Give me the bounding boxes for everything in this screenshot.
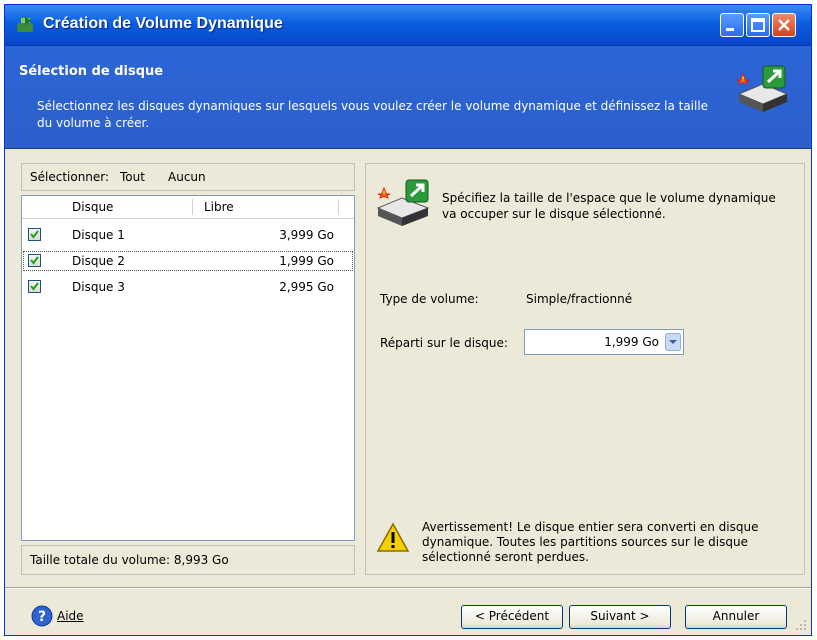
cancel-button[interactable]: Annuler (685, 605, 787, 629)
table-row[interactable]: Disque 3 2,995 Go (22, 276, 354, 298)
help-link[interactable]: Aide (57, 609, 84, 623)
column-separator (338, 199, 339, 215)
title-bar: Création de Volume Dynamique (5, 5, 811, 46)
select-none-link[interactable]: Aucun (168, 170, 206, 184)
disk-free: 2,995 Go (279, 280, 334, 294)
table-row[interactable]: Disque 1 3,999 Go (22, 224, 354, 246)
wizard-window: Création de Volume Dynamique Sélection d… (4, 4, 812, 636)
window-title: Création de Volume Dynamique (43, 15, 283, 32)
volume-type-label: Type de volume: (380, 292, 479, 306)
warning-text: Avertissement! Le disque entier sera con… (422, 520, 759, 564)
column-header-libre[interactable]: Libre (204, 200, 234, 214)
settings-panel: Spécifiez la taille de l'espace que le v… (365, 163, 805, 575)
disk-name: Disque 1 (72, 228, 125, 242)
selection-bar: Sélectionner: Tout Aucun (21, 163, 355, 191)
checkbox-check-icon (30, 282, 39, 291)
app-icon (15, 14, 37, 36)
disk-free: 1,999 Go (279, 254, 334, 268)
close-button[interactable] (772, 13, 796, 37)
maximize-button[interactable] (746, 13, 770, 37)
svg-text:?: ? (38, 609, 46, 625)
checkbox-check-icon (30, 256, 39, 265)
checkbox-check-icon (30, 230, 39, 239)
page-description: Sélectionnez les disques dynamiques sur … (37, 99, 709, 130)
column-separator (192, 199, 193, 215)
disk-free: 3,999 Go (279, 228, 334, 242)
total-bar: Taille totale du volume: 8,993 Go (21, 545, 355, 575)
volume-type-value: Simple/fractionné (526, 292, 633, 306)
total-size: Taille totale du volume: 8,993 Go (30, 553, 229, 567)
warning-icon (376, 522, 410, 552)
panel-description: Spécifiez la taille de l'espace que le v… (442, 191, 776, 221)
column-header-disque[interactable]: Disque (72, 200, 113, 214)
disk-checkbox[interactable] (28, 280, 41, 293)
footer-divider (5, 587, 811, 589)
previous-button[interactable]: < Précédent (461, 605, 563, 629)
repart-size-value: 1,999 Go (604, 335, 659, 349)
select-all-link[interactable]: Tout (120, 170, 145, 184)
help-icon[interactable]: ? (31, 605, 53, 627)
disk-list[interactable]: Disque Libre Disque 1 3,999 Go Disque 2 … (21, 195, 355, 541)
page-title: Sélection de disque (19, 64, 164, 79)
close-icon (778, 19, 790, 31)
resize-grip-icon[interactable] (795, 619, 807, 631)
minimize-button[interactable] (720, 13, 744, 37)
select-label: Sélectionner: (30, 170, 110, 184)
next-button[interactable]: Suivant > (569, 605, 671, 629)
maximize-icon (751, 18, 765, 32)
repart-size-field[interactable]: 1,999 Go (524, 329, 684, 355)
disk-wizard-icon (376, 179, 430, 226)
disk-wizard-icon (736, 65, 789, 112)
disk-checkbox[interactable] (28, 254, 41, 267)
spin-down-icon[interactable] (665, 333, 681, 351)
disk-name: Disque 2 (72, 254, 125, 268)
list-header: Disque Libre (22, 196, 354, 219)
minimize-icon (726, 28, 734, 31)
repart-label: Réparti sur le disque: (380, 336, 508, 350)
disk-checkbox[interactable] (28, 228, 41, 241)
disk-name: Disque 3 (72, 280, 125, 294)
table-row[interactable]: Disque 2 1,999 Go (22, 250, 354, 272)
wizard-header: Sélection de disque Sélectionnez les dis… (5, 46, 811, 149)
